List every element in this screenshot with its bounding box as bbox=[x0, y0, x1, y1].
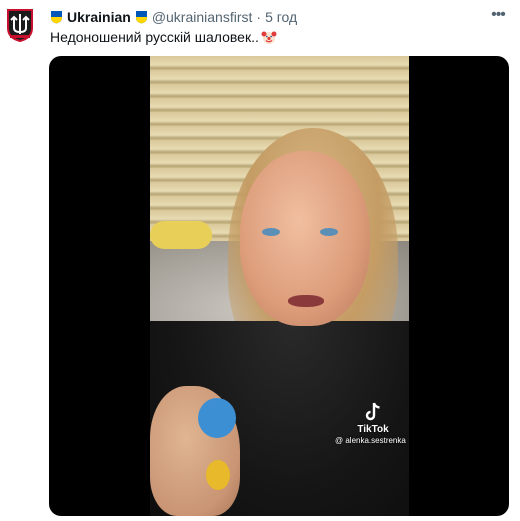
tweet: Ukrainian @ukrainiansfirst · 5 год ••• Н… bbox=[0, 0, 520, 521]
yellow-pillow bbox=[150, 221, 212, 249]
blue-nail bbox=[198, 398, 236, 438]
tweet-text: Недоношений русскій шаловек.. bbox=[50, 29, 277, 45]
separator-dot: · bbox=[256, 9, 262, 25]
tiktok-username: @ alenka.sestrenka bbox=[335, 436, 406, 445]
yellow-nail bbox=[206, 460, 230, 490]
more-icon: ••• bbox=[491, 6, 506, 23]
trident-avatar-icon bbox=[7, 9, 33, 42]
tweet-header: Ukrainian @ukrainiansfirst · 5 год bbox=[50, 8, 297, 26]
display-name[interactable]: Ukrainian bbox=[67, 9, 131, 25]
tiktok-watermark: TikTok bbox=[338, 402, 408, 435]
user-handle[interactable]: @ukrainiansfirst bbox=[152, 9, 253, 25]
clown-emoji-icon bbox=[261, 31, 277, 44]
video-media[interactable]: TikTok @ alenka.sestrenka bbox=[49, 56, 509, 516]
tiktok-label: TikTok bbox=[357, 424, 389, 435]
profile-avatar[interactable] bbox=[6, 8, 34, 42]
right-eye bbox=[320, 228, 338, 236]
timestamp[interactable]: 5 год bbox=[265, 9, 297, 25]
more-options-button[interactable]: ••• bbox=[488, 6, 508, 24]
mouth bbox=[288, 295, 324, 307]
tweet-text-content: Недоношений русскій шаловек.. bbox=[50, 29, 259, 45]
video-frame: TikTok @ alenka.sestrenka bbox=[150, 56, 409, 516]
person-face bbox=[240, 151, 370, 326]
ukraine-shield-icon bbox=[135, 11, 147, 24]
tiktok-logo-icon bbox=[365, 402, 380, 421]
left-eye bbox=[262, 228, 280, 236]
ukraine-shield-icon bbox=[51, 11, 62, 24]
